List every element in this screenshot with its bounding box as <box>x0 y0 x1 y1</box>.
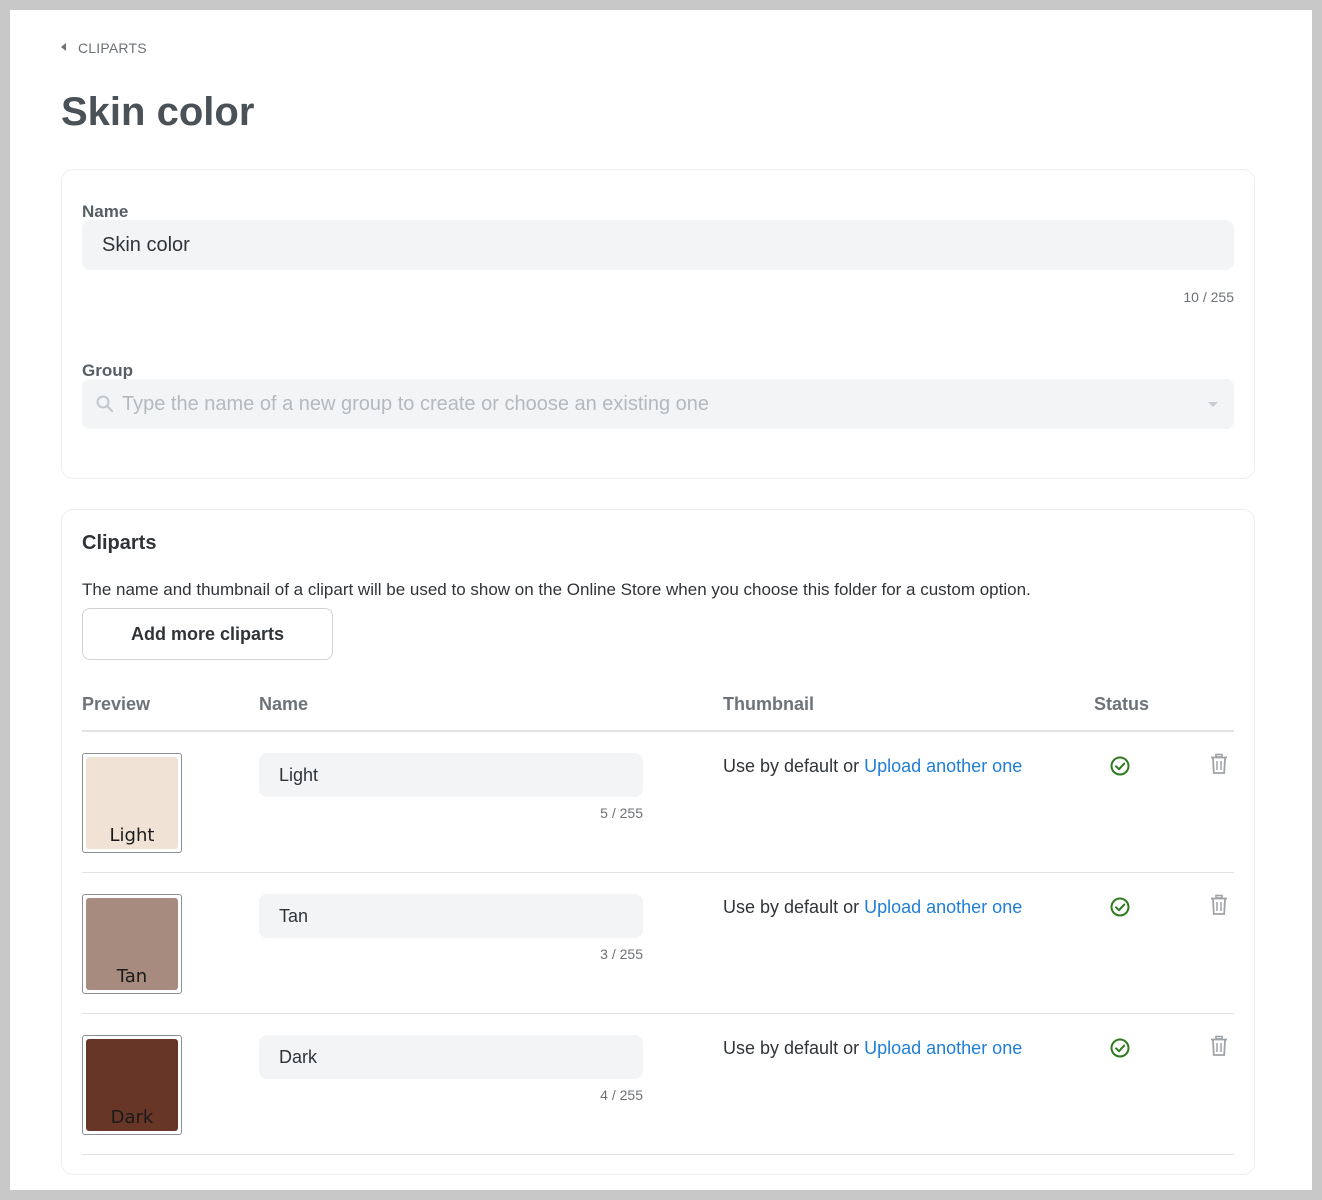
chevron-down-icon[interactable] <box>1208 402 1218 407</box>
preview-swatch: Light <box>86 757 178 849</box>
table-row: Dark Dark 4 / 255 Use by default or Uplo… <box>82 1014 1234 1155</box>
preview-label: Light <box>109 825 155 846</box>
clipart-preview: Light <box>82 753 182 853</box>
check-circle-icon <box>1110 1038 1130 1058</box>
details-card: Name Skin color 10 / 255 Group Type the … <box>61 169 1255 479</box>
table-row: Light Light 5 / 255 Use by default or Up… <box>82 732 1234 873</box>
cliparts-description: The name and thumbnail of a clipart will… <box>82 580 1031 599</box>
column-header-thumbnail: Thumbnail <box>723 694 814 714</box>
table-row: Tan Tan 3 / 255 Use by default or Upload… <box>82 873 1234 1014</box>
clipart-name-input[interactable]: Tan <box>259 894 643 938</box>
clipart-name-counter: 3 / 255 <box>600 946 643 962</box>
name-counter: 10 / 255 <box>1183 289 1234 305</box>
thumbnail-default-text: Use by default or <box>723 1038 860 1058</box>
upload-another-link[interactable]: Upload another one <box>864 1038 1022 1058</box>
add-more-cliparts-button[interactable]: Add more cliparts <box>82 608 333 660</box>
clipart-preview: Dark <box>82 1035 182 1135</box>
thumbnail-default-text: Use by default or <box>723 756 860 776</box>
upload-another-link[interactable]: Upload another one <box>864 897 1022 917</box>
column-header-status: Status <box>1094 694 1150 714</box>
cliparts-title: Cliparts <box>82 532 157 554</box>
cliparts-card: Cliparts The name and thumbnail of a cli… <box>61 509 1255 1175</box>
page-frame: CLIPARTS Skin color Name Skin color 10 /… <box>10 10 1312 1190</box>
row-divider <box>82 1154 1234 1155</box>
name-label: Name <box>82 202 129 221</box>
check-circle-icon <box>1110 897 1130 917</box>
page-title: Skin color <box>61 90 255 134</box>
trash-icon[interactable] <box>1209 753 1229 775</box>
group-combobox[interactable]: Type the name of a new group to create o… <box>82 379 1234 429</box>
clipart-name-input[interactable]: Light <box>259 753 643 797</box>
group-placeholder: Type the name of a new group to create o… <box>122 392 710 415</box>
breadcrumb-label[interactable]: CLIPARTS <box>78 40 147 56</box>
name-input[interactable]: Skin color <box>82 220 1234 270</box>
clipart-name-counter: 5 / 255 <box>600 805 643 821</box>
thumbnail-default-text: Use by default or <box>723 897 860 917</box>
column-header-name: Name <box>259 694 309 714</box>
clipart-preview: Tan <box>82 894 182 994</box>
check-circle-icon <box>1110 756 1130 776</box>
clipart-name-counter: 4 / 255 <box>600 1087 643 1103</box>
clipart-name-input[interactable]: Dark <box>259 1035 643 1079</box>
column-header-preview: Preview <box>82 694 151 714</box>
chevron-left-icon <box>61 43 66 51</box>
thumbnail-cell: Use by default or Upload another one <box>723 756 1022 777</box>
trash-icon[interactable] <box>1209 894 1229 916</box>
upload-another-link[interactable]: Upload another one <box>864 756 1022 776</box>
preview-label: Dark <box>110 1107 154 1128</box>
thumbnail-cell: Use by default or Upload another one <box>723 897 1022 918</box>
preview-label: Tan <box>116 966 148 987</box>
group-label: Group <box>82 361 133 380</box>
preview-swatch: Tan <box>86 898 178 990</box>
preview-swatch: Dark <box>86 1039 178 1131</box>
trash-icon[interactable] <box>1209 1035 1229 1057</box>
thumbnail-cell: Use by default or Upload another one <box>723 1038 1022 1059</box>
breadcrumb[interactable]: CLIPARTS <box>61 40 147 56</box>
search-icon <box>96 395 114 413</box>
